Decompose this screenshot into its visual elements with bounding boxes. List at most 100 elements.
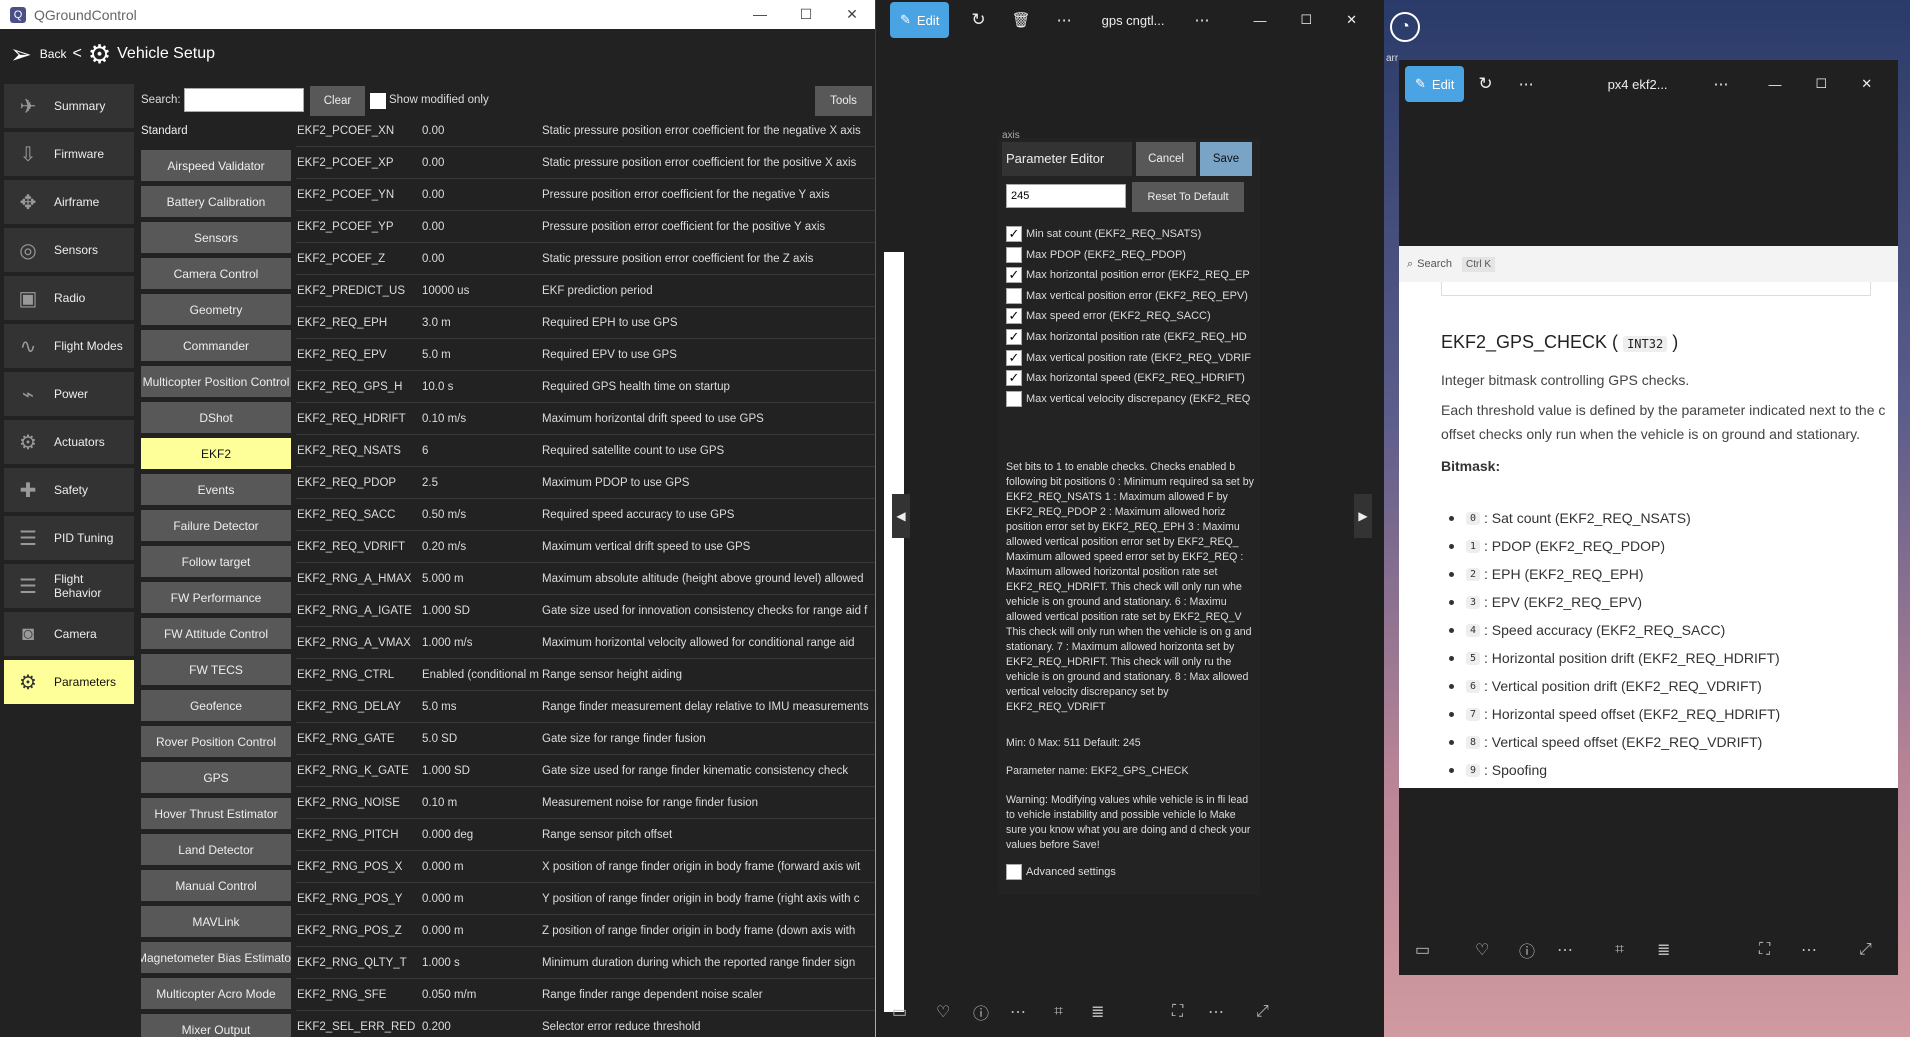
maximize-button[interactable]: ☐ xyxy=(783,0,829,29)
group-button[interactable]: Geofence xyxy=(141,690,291,721)
group-button[interactable]: GPS xyxy=(141,762,291,793)
minimize-button[interactable]: — xyxy=(737,0,783,29)
crop-icon[interactable]: ⌗ xyxy=(1615,941,1624,959)
rotate-icon[interactable]: ↻ xyxy=(1478,74,1492,94)
more-icon[interactable]: ⋯ xyxy=(1519,75,1534,93)
group-button[interactable]: EKF2 xyxy=(141,438,291,469)
table-row[interactable]: EKF2_RNG_QLTY_T 1.000 s Minimum duration d… xyxy=(296,947,875,979)
more-icon[interactable]: ⋯ xyxy=(1208,1002,1224,1022)
group-button[interactable]: FW Attitude Control xyxy=(141,618,291,649)
table-row[interactable]: EKF2_PCOEF_XP 0.00 Static pressure positio… xyxy=(296,147,875,179)
fullscreen-icon[interactable]: ⤢ xyxy=(1256,1003,1269,1021)
fit-icon[interactable]: ⛶ xyxy=(1759,941,1770,959)
table-row[interactable]: EKF2_REQ_VDRIFT 0.20 m/s Maximum vertical … xyxy=(296,531,875,563)
delete-icon[interactable]: 🗑 xyxy=(1012,11,1031,29)
table-row[interactable]: EKF2_PCOEF_YN 0.00 Pressure position error… xyxy=(296,179,875,211)
search-placeholder[interactable]: Search xyxy=(1417,258,1452,270)
reset-to-default-button[interactable]: Reset To Default xyxy=(1132,182,1244,212)
search-icon[interactable]: ⌕ xyxy=(1407,258,1413,271)
checkbox-box[interactable]: ✓ xyxy=(1006,226,1022,242)
checkbox-box[interactable] xyxy=(1006,246,1022,263)
table-row[interactable]: EKF2_REQ_EPV 5.0 m Required EPV to use GPS xyxy=(296,339,875,371)
table-row[interactable]: EKF2_REQ_GPS_H 10.0 s Required GPS health … xyxy=(296,371,875,403)
group-button[interactable]: Sensors xyxy=(141,222,291,253)
fit-icon[interactable]: ⛶ xyxy=(1172,1003,1183,1021)
bit-checkbox[interactable]: ✓ Max speed error (EKF2_REQ_SACC) xyxy=(1006,308,1256,325)
group-button[interactable]: Commander xyxy=(141,330,291,361)
info-icon[interactable]: ⓘ xyxy=(1519,938,1535,962)
table-row[interactable]: EKF2_RNG_A_IGATE 1.000 SD Gate size used f… xyxy=(296,595,875,627)
table-row[interactable]: EKF2_SEL_ERR_RED 0.200 Selector error redu… xyxy=(296,1011,875,1037)
table-row[interactable]: EKF2_PREDICT_US 10000 us EKF prediction pe… xyxy=(296,275,875,307)
table-row[interactable]: EKF2_PCOEF_Z 0.00 Static pressure position… xyxy=(296,243,875,275)
sidebar-item[interactable]: ∿ Flight Modes xyxy=(4,324,134,368)
table-row[interactable]: EKF2_REQ_HDRIFT 0.10 m/s Maximum horizonta… xyxy=(296,403,875,435)
sidebar-item[interactable]: ☰ PID Tuning xyxy=(4,516,134,560)
more-icon[interactable]: ⋯ xyxy=(1057,11,1072,29)
group-button[interactable]: Land Detector xyxy=(141,834,291,865)
advanced-settings-box[interactable] xyxy=(1006,864,1022,880)
sidebar-item[interactable]: ⚙ Parameters xyxy=(4,660,134,704)
bit-checkbox[interactable]: Max vertical position error (EKF2_REQ_EP… xyxy=(1006,287,1256,304)
back-button[interactable]: Back xyxy=(40,47,67,61)
table-row[interactable]: EKF2_RNG_SFE 0.050 m/m Range finder range … xyxy=(296,979,875,1011)
group-button[interactable]: Magnetometer Bias Estimator xyxy=(141,942,291,973)
checkbox-box[interactable]: ✓ xyxy=(1006,349,1022,366)
sidebar-item[interactable]: ⌁ Power xyxy=(4,372,134,416)
group-button[interactable]: Rover Position Control xyxy=(141,726,291,757)
group-button[interactable]: FW TECS xyxy=(141,654,291,685)
table-row[interactable]: EKF2_PCOEF_XN 0.00 Static pressure positio… xyxy=(296,115,875,147)
table-row[interactable]: EKF2_RNG_A_HMAX 5.000 m Maximum absolute a… xyxy=(296,563,875,595)
maximize-button[interactable]: ☐ xyxy=(1300,12,1312,28)
text-scan-icon[interactable]: ≣ xyxy=(1091,1002,1104,1022)
more-icon[interactable]: ⋯ xyxy=(1557,940,1573,960)
filmstrip-icon[interactable]: ▭ xyxy=(892,1002,907,1022)
close-button[interactable]: ✕ xyxy=(829,0,875,29)
cancel-button[interactable]: Cancel xyxy=(1136,142,1196,176)
table-row[interactable]: EKF2_RNG_A_VMAX 1.000 m/s Maximum horizont… xyxy=(296,627,875,659)
table-row[interactable]: EKF2_RNG_POS_Y 0.000 m Y position of range… xyxy=(296,883,875,915)
clear-button[interactable]: Clear xyxy=(310,86,365,116)
more-icon[interactable]: ⋯ xyxy=(1010,1002,1026,1022)
bit-checkbox[interactable]: ✓ Max vertical position rate (EKF2_REQ_VD… xyxy=(1006,349,1256,366)
heart-icon[interactable]: ♡ xyxy=(936,1002,950,1022)
minimize-button[interactable]: — xyxy=(1253,13,1266,28)
sidebar-item[interactable]: ◎ Sensors xyxy=(4,228,134,272)
bit-checkbox[interactable]: Max PDOP (EKF2_REQ_PDOP) xyxy=(1006,246,1256,263)
edit-button[interactable]: ✎ Edit xyxy=(1405,66,1465,102)
maximize-button[interactable]: ☐ xyxy=(1816,76,1828,92)
close-button[interactable]: ✕ xyxy=(1861,76,1872,92)
bit-checkbox[interactable]: ✓ Max horizontal speed (EKF2_REQ_HDRIFT) xyxy=(1006,370,1256,387)
group-button[interactable]: FW Performance xyxy=(141,582,291,613)
table-row[interactable]: EKF2_PCOEF_YP 0.00 Pressure position error… xyxy=(296,211,875,243)
table-row[interactable]: EKF2_RNG_DELAY 5.0 ms Range finder measure… xyxy=(296,691,875,723)
table-row[interactable]: EKF2_RNG_PITCH 0.000 deg Range sensor pitc… xyxy=(296,819,875,851)
bit-checkbox[interactable]: ✓ Max horizontal position error (EKF2_REQ… xyxy=(1006,267,1256,284)
paper-plane-icon[interactable]: ➢ xyxy=(10,39,32,70)
rotate-icon[interactable]: ↻ xyxy=(971,10,985,30)
next-arrow-icon[interactable]: ▶ xyxy=(1354,494,1372,538)
value-input[interactable] xyxy=(1006,184,1126,208)
group-button[interactable]: Camera Control xyxy=(141,258,291,289)
group-button[interactable]: Follow target xyxy=(141,546,291,577)
table-row[interactable]: EKF2_RNG_CTRL Enabled (conditional m Range… xyxy=(296,659,875,691)
info-icon[interactable]: ⓘ xyxy=(973,1000,989,1024)
table-row[interactable]: EKF2_RNG_GATE 5.0 SD Gate size for range f… xyxy=(296,723,875,755)
group-button[interactable]: Manual Control xyxy=(141,870,291,901)
bit-checkbox[interactable]: ✓ Min sat count (EKF2_REQ_NSATS) xyxy=(1006,226,1256,242)
more-icon[interactable]: ⋯ xyxy=(1194,11,1209,29)
search-input[interactable] xyxy=(184,88,304,112)
checkbox-box[interactable]: ✓ xyxy=(1006,329,1022,345)
minimize-button[interactable]: — xyxy=(1769,77,1782,92)
group-button[interactable]: Failure Detector xyxy=(141,510,291,541)
sidebar-item[interactable]: ☰ Flight Behavior xyxy=(4,564,134,608)
tools-button[interactable]: Tools xyxy=(815,86,872,116)
table-row[interactable]: EKF2_REQ_SACC 0.50 m/s Required speed accu… xyxy=(296,499,875,531)
advanced-settings-checkbox[interactable]: Advanced settings xyxy=(1006,864,1256,880)
table-row[interactable]: EKF2_RNG_POS_X 0.000 m X position of range… xyxy=(296,851,875,883)
group-button[interactable]: Airspeed Validator xyxy=(141,150,291,181)
group-button[interactable]: Geometry xyxy=(141,294,291,325)
heart-icon[interactable]: ♡ xyxy=(1475,940,1489,960)
group-button[interactable]: DShot xyxy=(141,402,291,433)
table-row[interactable]: EKF2_RNG_NOISE 0.10 m Measurement noise fo… xyxy=(296,787,875,819)
